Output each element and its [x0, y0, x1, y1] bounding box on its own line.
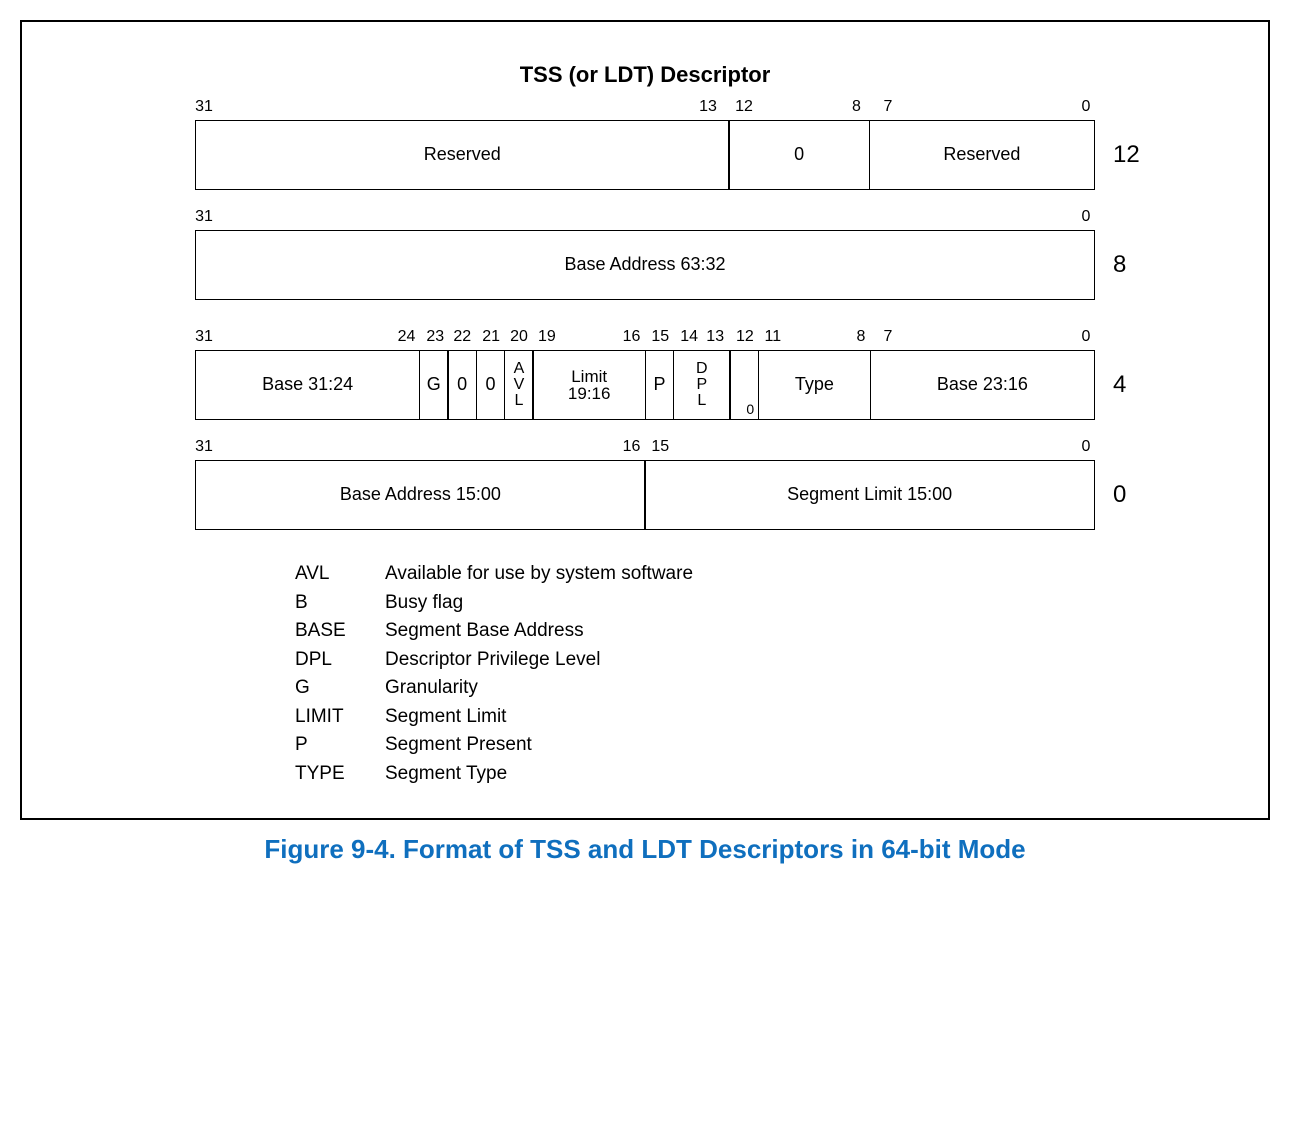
bitnum: 19 — [538, 328, 556, 346]
field-limit-15-0: Segment Limit 15:00 — [644, 460, 1095, 530]
bitnum: 0 — [1082, 208, 1091, 226]
bitnum: 31 — [195, 438, 213, 456]
bitnum: 31 — [195, 98, 213, 116]
field-base-63-32: Base Address 63:32 — [195, 230, 1095, 300]
bitnum: 31 — [195, 328, 213, 346]
bit-numbers-12: 31 13 12 8 7 0 — [195, 98, 1095, 120]
bitnum: 22 — [453, 328, 471, 346]
bitnum: 8 — [857, 328, 866, 346]
legend-row: DPL Descriptor Privilege Level — [295, 646, 995, 675]
field-zero-22: 0 — [447, 350, 477, 420]
bitnum: 16 — [623, 438, 641, 456]
legend-key: AVL — [295, 560, 385, 589]
byte-offset-12: 12 — [1095, 141, 1140, 169]
field-reserved-hi: Reserved — [195, 120, 730, 190]
dpl-d: D — [696, 361, 708, 377]
dword-4-row: 31 24 23 22 21 20 19 16 15 14 13 12 11 8… — [195, 328, 1095, 420]
dpl-l: L — [697, 393, 706, 409]
bitnum: 0 — [1082, 328, 1091, 346]
legend-desc: Segment Type — [385, 760, 507, 789]
legend-desc: Available for use by system software — [385, 560, 693, 589]
dword-8-row: 31 0 Base Address 63:32 8 — [195, 208, 1095, 300]
legend-row: G Granularity — [295, 674, 995, 703]
bitnum: 23 — [426, 328, 444, 346]
byte-offset-4: 4 — [1095, 371, 1126, 399]
legend-key: DPL — [295, 646, 385, 675]
bitnum: 0 — [1082, 98, 1091, 116]
zero-12-text: 0 — [746, 402, 754, 417]
legend-row: B Busy flag — [295, 589, 995, 618]
legend-key: BASE — [295, 617, 385, 646]
legend-desc: Segment Present — [385, 731, 532, 760]
limit-top: Limit — [571, 368, 607, 385]
bitnum: 21 — [482, 328, 500, 346]
byte-offset-8: 8 — [1095, 251, 1126, 279]
legend: AVL Available for use by system software… — [295, 560, 995, 788]
legend-desc: Descriptor Privilege Level — [385, 646, 600, 675]
legend-row: BASE Segment Base Address — [295, 617, 995, 646]
field-zero: 0 — [728, 120, 870, 190]
legend-row: AVL Available for use by system software — [295, 560, 995, 589]
bitnum: 16 — [623, 328, 641, 346]
legend-desc: Busy flag — [385, 589, 463, 618]
bitnum: 7 — [884, 328, 893, 346]
dword-0-row: 31 16 15 0 Base Address 15:00 Segment Li… — [195, 438, 1095, 530]
bitnum: 20 — [510, 328, 528, 346]
diagram-title: TSS (or LDT) Descriptor — [82, 62, 1208, 88]
field-zero-12: 0 — [729, 350, 759, 420]
bit-numbers-4: 31 24 23 22 21 20 19 16 15 14 13 12 11 8… — [195, 328, 1095, 350]
avl-a: A — [514, 361, 525, 377]
byte-offset-0: 0 — [1095, 481, 1126, 509]
avl-v: V — [514, 377, 525, 393]
legend-desc: Segment Base Address — [385, 617, 584, 646]
legend-key: B — [295, 589, 385, 618]
legend-key: LIMIT — [295, 703, 385, 732]
bit-numbers-8: 31 0 — [195, 208, 1095, 230]
field-base-23-16: Base 23:16 — [870, 350, 1095, 420]
field-type: Type — [758, 350, 872, 420]
bitnum: 11 — [764, 328, 781, 346]
field-limit-19-16: Limit 19:16 — [532, 350, 646, 420]
bitnum: 13 — [706, 328, 724, 346]
bitnum: 24 — [398, 328, 416, 346]
bitnum: 8 — [852, 98, 861, 116]
figure-box: TSS (or LDT) Descriptor 31 13 12 8 7 0 R… — [20, 20, 1270, 820]
bitnum: 13 — [699, 98, 717, 116]
legend-desc: Segment Limit — [385, 703, 506, 732]
field-reserved-lo: Reserved — [869, 120, 1095, 190]
bitnum: 0 — [1082, 438, 1091, 456]
field-dpl: D P L — [673, 350, 731, 420]
field-base-31-24: Base 31:24 — [195, 350, 420, 420]
bitnum: 14 — [680, 328, 698, 346]
bitnum: 7 — [884, 98, 893, 116]
figure-caption: Figure 9-4. Format of TSS and LDT Descri… — [20, 834, 1270, 865]
field-avl: A V L — [504, 350, 534, 420]
limit-bot: 19:16 — [568, 385, 611, 402]
bitnum: 31 — [195, 208, 213, 226]
legend-desc: Granularity — [385, 674, 478, 703]
bit-numbers-0: 31 16 15 0 — [195, 438, 1095, 460]
bitnum: 15 — [651, 328, 669, 346]
dword-12-row: 31 13 12 8 7 0 Reserved 0 Reserved 12 — [195, 98, 1095, 190]
field-base-15-0: Base Address 15:00 — [195, 460, 646, 530]
legend-row: LIMIT Segment Limit — [295, 703, 995, 732]
avl-l: L — [514, 393, 523, 409]
legend-key: G — [295, 674, 385, 703]
legend-row: P Segment Present — [295, 731, 995, 760]
bitnum: 12 — [736, 328, 754, 346]
field-zero-21: 0 — [476, 350, 506, 420]
bitnum: 15 — [651, 438, 669, 456]
legend-key: TYPE — [295, 760, 385, 789]
field-g: G — [419, 350, 449, 420]
legend-row: TYPE Segment Type — [295, 760, 995, 789]
dpl-p: P — [696, 377, 707, 393]
bitnum: 12 — [735, 98, 753, 116]
legend-key: P — [295, 731, 385, 760]
field-p: P — [645, 350, 675, 420]
